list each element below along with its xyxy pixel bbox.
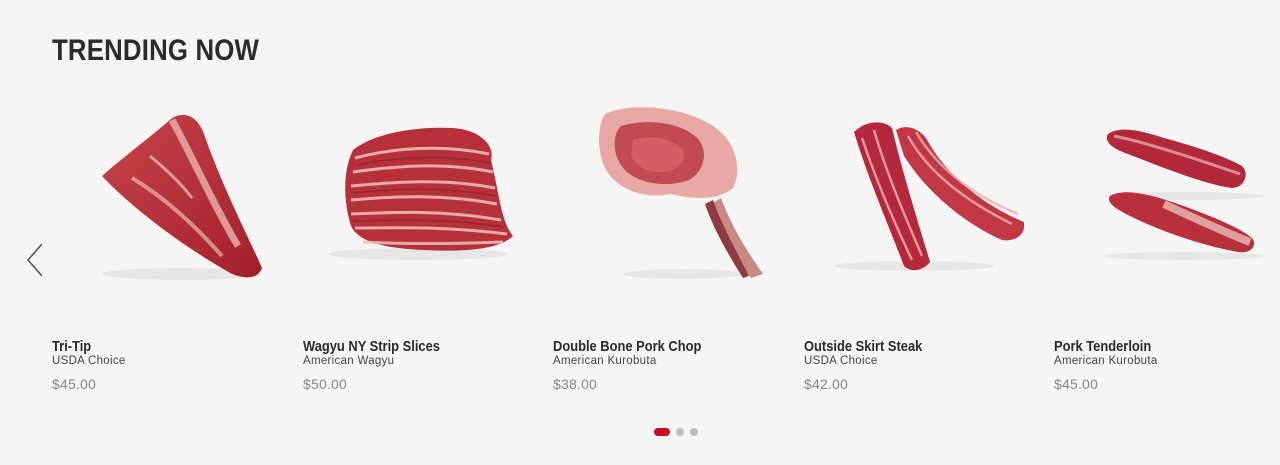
skirt-steak-image[interactable] bbox=[804, 96, 1024, 296]
chevron-left-icon bbox=[26, 243, 43, 277]
product-card[interactable]: Tri-Tip USDA Choice $45.00 bbox=[52, 96, 272, 396]
wagyu-strip-slices-image[interactable] bbox=[303, 96, 523, 296]
carousel-pagination bbox=[654, 427, 698, 437]
product-price: $42.00 bbox=[804, 376, 849, 392]
product-grade: American Wagyu bbox=[303, 355, 395, 367]
product-grade: USDA Choice bbox=[52, 355, 126, 367]
product-price: $45.00 bbox=[52, 376, 97, 392]
product-price: $45.00 bbox=[1054, 376, 1099, 392]
product-name[interactable]: Pork Tenderloin bbox=[1054, 338, 1151, 355]
product-name[interactable]: Outside Skirt Steak bbox=[804, 338, 922, 355]
section-title: TRENDING NOW bbox=[52, 34, 260, 67]
product-price: $38.00 bbox=[553, 376, 598, 392]
product-name[interactable]: Double Bone Pork Chop bbox=[553, 338, 701, 355]
pagination-dot-3[interactable] bbox=[690, 428, 698, 436]
product-card[interactable]: Double Bone Pork Chop American Kurobuta … bbox=[553, 96, 773, 396]
product-card[interactable]: Wagyu NY Strip Slices American Wagyu $50… bbox=[303, 96, 523, 396]
pagination-dot-1[interactable] bbox=[654, 428, 670, 436]
product-name[interactable]: Tri-Tip bbox=[52, 338, 91, 355]
tri-tip-image[interactable] bbox=[52, 96, 272, 296]
product-grade: USDA Choice bbox=[804, 355, 878, 367]
carousel-prev-button[interactable] bbox=[22, 238, 52, 282]
pagination-dot-2[interactable] bbox=[676, 428, 684, 436]
product-carousel: Tri-Tip USDA Choice $45.00 Wagyu NY Stri… bbox=[52, 96, 1280, 406]
product-grade: American Kurobuta bbox=[1054, 355, 1158, 367]
product-grade: American Kurobuta bbox=[553, 355, 657, 367]
product-card[interactable]: Pork Tenderloin American Kurobuta $45.00 bbox=[1054, 96, 1274, 396]
pork-tenderloin-image[interactable] bbox=[1054, 96, 1274, 296]
product-price: $50.00 bbox=[303, 376, 348, 392]
pork-chop-image[interactable] bbox=[553, 96, 773, 296]
product-card[interactable]: Outside Skirt Steak USDA Choice $42.00 bbox=[804, 96, 1024, 396]
product-name[interactable]: Wagyu NY Strip Slices bbox=[303, 338, 440, 355]
